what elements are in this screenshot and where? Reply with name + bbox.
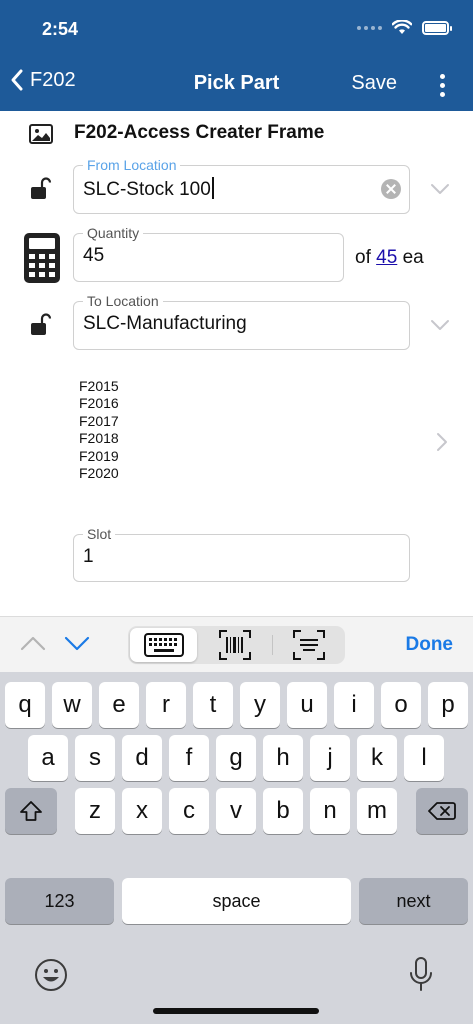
signal-icon (357, 25, 382, 30)
microphone-icon[interactable] (408, 956, 434, 994)
key-f[interactable]: f (169, 735, 209, 781)
key-s[interactable]: s (75, 735, 115, 781)
status-icons (357, 20, 452, 35)
segment-divider (272, 635, 273, 655)
next-key[interactable]: next (359, 878, 468, 924)
previous-field-icon[interactable] (20, 635, 46, 651)
clear-input-icon[interactable] (381, 179, 401, 199)
quantity-unit: ea (402, 247, 424, 268)
key-n[interactable]: n (310, 788, 350, 834)
keyboard-toolbar: Done (0, 616, 473, 672)
key-a[interactable]: a (28, 735, 68, 781)
chevron-right-icon[interactable] (436, 432, 448, 452)
key-m[interactable]: m (357, 788, 397, 834)
key-o[interactable]: o (381, 682, 421, 728)
save-button[interactable]: Save (351, 72, 397, 95)
key-x[interactable]: x (122, 788, 162, 834)
shift-icon (20, 801, 42, 821)
barcode-scan-button[interactable] (200, 626, 270, 664)
quantity-of-text: of (355, 247, 371, 268)
keyboard: q w e r t y u i o p a s d f g h j k l z … (0, 672, 473, 1024)
key-u[interactable]: u (287, 682, 327, 728)
keyboard-icon (143, 633, 184, 657)
image-icon[interactable] (29, 124, 53, 144)
back-button[interactable]: F202 (10, 68, 76, 92)
numbers-key[interactable]: 123 (5, 878, 114, 924)
battery-icon (422, 20, 452, 35)
key-h[interactable]: h (263, 735, 303, 781)
text-scan-button[interactable] (275, 626, 343, 664)
part-row: F202-Access Creater Frame (0, 118, 473, 150)
home-indicator (153, 1008, 319, 1014)
status-time: 2:54 (42, 19, 79, 39)
key-t[interactable]: t (193, 682, 233, 728)
key-l[interactable]: l (404, 735, 444, 781)
key-v[interactable]: v (216, 788, 256, 834)
key-c[interactable]: c (169, 788, 209, 834)
unlock-icon[interactable] (29, 176, 53, 200)
key-e[interactable]: e (99, 682, 139, 728)
calculator-icon[interactable] (24, 233, 60, 283)
text-scan-icon (293, 630, 325, 660)
from-location-field[interactable]: From Location SLC-Stock 100 (73, 157, 410, 214)
key-k[interactable]: k (357, 735, 397, 781)
slot-field[interactable]: Slot 1 (73, 526, 410, 582)
from-location-text: SLC-Stock 100 (83, 179, 211, 200)
backspace-icon (428, 802, 456, 820)
keyboard-mode-button[interactable] (130, 626, 197, 664)
text-caret (211, 177, 214, 199)
quantity-value: 45 (83, 245, 105, 266)
barcode-icon (219, 630, 251, 660)
quantity-field[interactable]: Quantity 45 (73, 225, 344, 282)
key-d[interactable]: d (122, 735, 162, 781)
chevron-down-icon[interactable] (430, 183, 450, 195)
to-location-field[interactable]: To Location SLC-Manufacturing (73, 293, 410, 350)
unlock-icon[interactable] (29, 312, 53, 336)
key-z[interactable]: z (75, 788, 115, 834)
back-chevron-icon (11, 69, 23, 91)
list-item: F2016 (79, 395, 119, 412)
key-g[interactable]: g (216, 735, 256, 781)
key-j[interactable]: j (310, 735, 350, 781)
space-key[interactable]: space (122, 878, 351, 924)
emoji-icon[interactable] (34, 958, 68, 992)
list-item: F2017 (79, 412, 119, 429)
to-location-label: To Location (83, 293, 163, 309)
quantity-available: of 45 ea (355, 247, 424, 269)
list-item: F2018 (79, 430, 119, 447)
done-button[interactable]: Done (406, 634, 454, 656)
to-location-value: SLC-Manufacturing (83, 313, 247, 334)
more-icon[interactable] (438, 72, 447, 99)
key-i[interactable]: i (334, 682, 374, 728)
back-label: F202 (30, 68, 76, 91)
quantity-label: Quantity (83, 225, 144, 241)
quantity-total-link[interactable]: 45 (376, 247, 397, 268)
chevron-down-icon[interactable] (430, 319, 450, 331)
app-header: 2:54 F202 Pick Part Save (0, 0, 473, 111)
key-p[interactable]: p (428, 682, 468, 728)
wifi-icon (392, 20, 412, 34)
slot-label: Slot (83, 526, 116, 542)
list-item: F2019 (79, 447, 119, 464)
bin-list[interactable]: F2015 F2016 F2017 F2018 F2019 F2020 (79, 378, 119, 482)
part-name: F202-Access Creater Frame (74, 122, 325, 143)
list-item: F2020 (79, 465, 119, 482)
from-location-label: From Location (83, 157, 181, 173)
shift-key[interactable] (5, 788, 57, 834)
key-r[interactable]: r (146, 682, 186, 728)
key-y[interactable]: y (240, 682, 280, 728)
input-mode-segmented-control (128, 626, 345, 664)
from-location-value[interactable]: SLC-Stock 100 (83, 177, 214, 201)
key-w[interactable]: w (52, 682, 92, 728)
next-field-icon[interactable] (64, 635, 90, 651)
backspace-key[interactable] (416, 788, 468, 834)
slot-value: 1 (83, 546, 94, 567)
list-item: F2015 (79, 378, 119, 394)
key-q[interactable]: q (5, 682, 45, 728)
key-b[interactable]: b (263, 788, 303, 834)
